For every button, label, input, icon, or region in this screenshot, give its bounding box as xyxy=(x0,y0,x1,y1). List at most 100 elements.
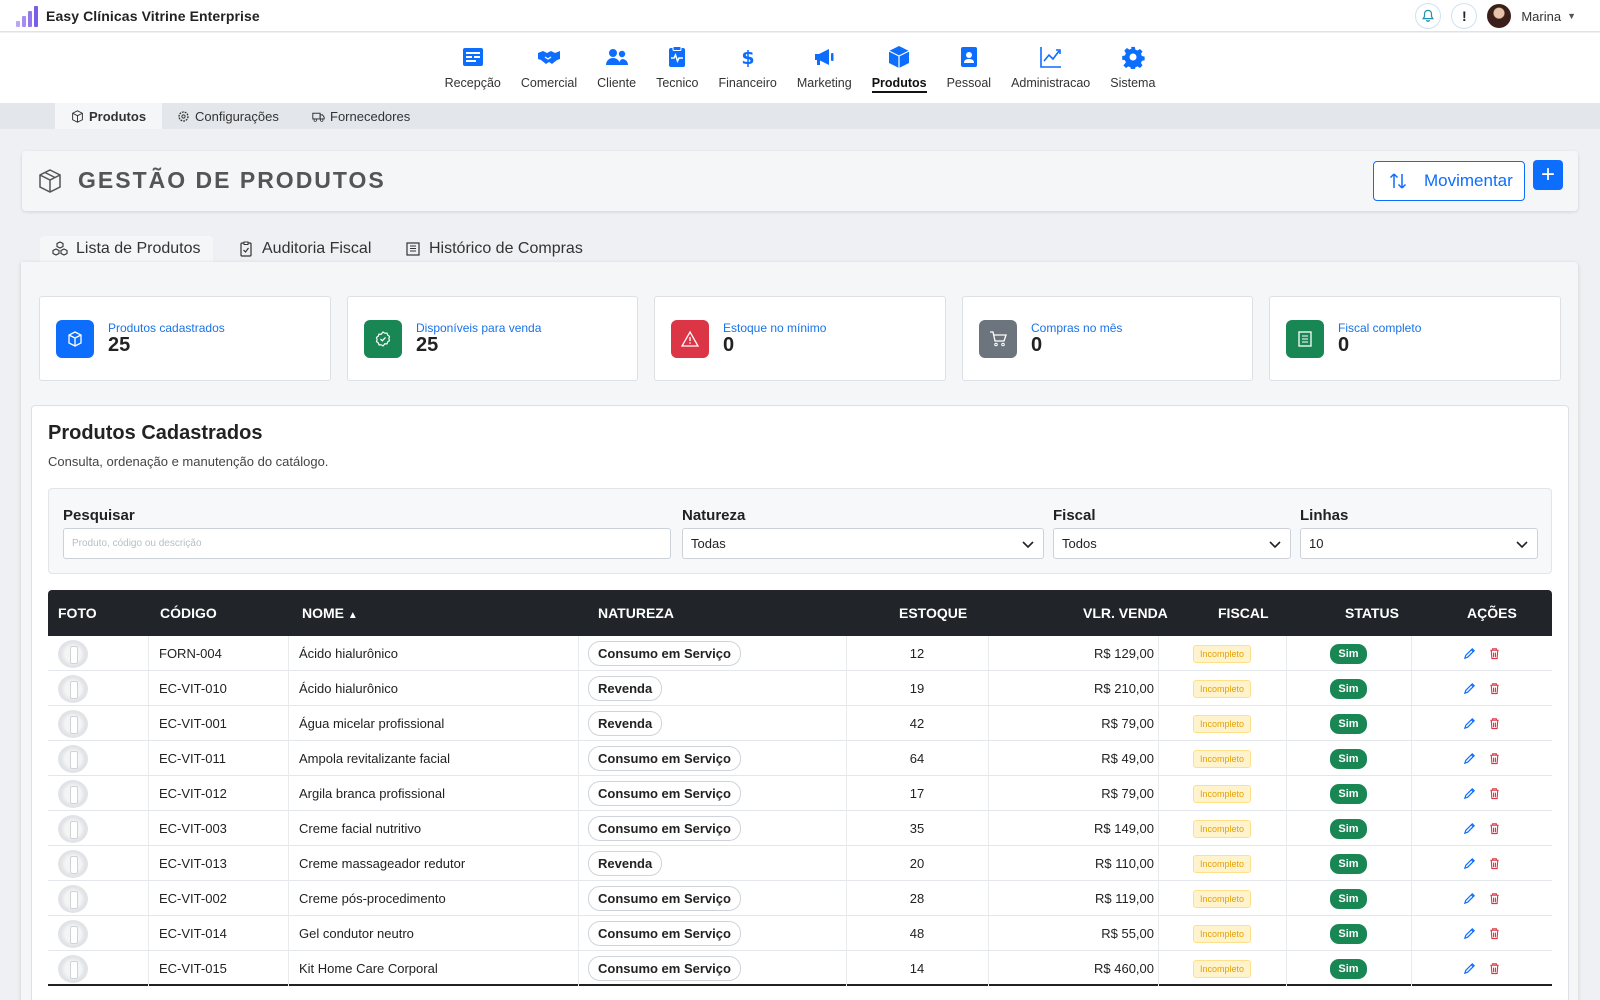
fiscal-badge: Incompleto xyxy=(1192,644,1252,663)
user-name[interactable]: Marina xyxy=(1521,9,1561,24)
brand[interactable]: Easy Clínicas Vitrine Enterprise xyxy=(16,5,260,27)
trash-icon[interactable] xyxy=(1488,647,1501,660)
product-thumbnail[interactable] xyxy=(58,884,88,913)
fiscal-badge: Incompleto xyxy=(1192,714,1252,733)
product-thumbnail[interactable] xyxy=(58,954,88,983)
table-row[interactable]: EC-VIT-011 Ampola revitalizante facial Con… xyxy=(48,741,1552,776)
trash-icon[interactable] xyxy=(1488,787,1501,800)
module-label: Produtos xyxy=(871,76,927,93)
natureza-pill: Revenda xyxy=(588,711,663,736)
movimentar-button[interactable]: Movimentar xyxy=(1373,161,1525,201)
trash-icon[interactable] xyxy=(1488,822,1501,835)
trash-icon[interactable] xyxy=(1488,717,1501,730)
subnav-item-fornecedores[interactable]: Fornecedores xyxy=(312,103,410,129)
product-thumbnail[interactable] xyxy=(58,919,88,948)
column-header-status[interactable]: STATUS xyxy=(1345,605,1399,621)
column-header-estoque[interactable]: ESTOQUE xyxy=(899,605,967,621)
cell-foto xyxy=(58,881,98,916)
edit-icon[interactable] xyxy=(1463,857,1476,870)
module-recepcao[interactable]: Recepção xyxy=(435,33,511,103)
edit-icon[interactable] xyxy=(1463,892,1476,905)
cell-acoes xyxy=(1411,706,1552,741)
cell-venda: R$ 49,00 xyxy=(1101,751,1154,766)
column-header-foto[interactable]: FOTO xyxy=(58,605,97,621)
cell-codigo: EC-VIT-012 xyxy=(159,786,227,801)
column-header-fiscal[interactable]: FISCAL xyxy=(1218,605,1269,621)
stat-value: 25 xyxy=(416,334,439,356)
trash-icon[interactable] xyxy=(1488,962,1501,975)
edit-icon[interactable] xyxy=(1463,822,1476,835)
column-header-nome-label: NOME xyxy=(302,605,344,621)
cell-acoes xyxy=(1411,636,1552,671)
trash-icon[interactable] xyxy=(1488,857,1501,870)
search-input[interactable]: Produto, código ou descrição xyxy=(63,528,671,559)
product-thumbnail[interactable] xyxy=(58,814,88,843)
table-row[interactable]: EC-VIT-010 Ácido hialurônico Revenda 19 R$ 2… xyxy=(48,671,1552,706)
tab-historico-compras[interactable]: Histórico de Compras xyxy=(393,236,595,262)
trash-icon[interactable] xyxy=(1488,927,1501,940)
module-financeiro[interactable]: $ Financeiro xyxy=(708,33,786,103)
trash-icon[interactable] xyxy=(1488,752,1501,765)
fiscal-select[interactable]: Todos xyxy=(1053,528,1291,559)
edit-icon[interactable] xyxy=(1463,927,1476,940)
module-pessoal[interactable]: Pessoal xyxy=(937,33,1001,103)
trash-icon[interactable] xyxy=(1488,892,1501,905)
trash-icon[interactable] xyxy=(1488,682,1501,695)
table-row[interactable]: EC-VIT-003 Creme facial nutritivo Consumo … xyxy=(48,811,1552,846)
brand-logo-icon xyxy=(16,5,38,27)
column-header-natureza[interactable]: NATUREZA xyxy=(598,605,674,621)
table-row[interactable]: FORN-004 Ácido hialurônico Consumo em Serv… xyxy=(48,636,1552,671)
table-row[interactable]: EC-VIT-002 Creme pós-procedimento Consumo … xyxy=(48,881,1552,916)
avatar[interactable] xyxy=(1487,4,1512,28)
fiscal-badge: Incompleto xyxy=(1192,749,1252,768)
product-thumbnail[interactable] xyxy=(58,779,88,808)
fiscal-label: Fiscal xyxy=(1053,507,1096,524)
stat-icon xyxy=(979,320,1017,358)
linhas-select[interactable]: 10 xyxy=(1300,528,1538,559)
stat-label: Disponíveis para venda xyxy=(416,321,542,335)
edit-icon[interactable] xyxy=(1463,682,1476,695)
module-administracao[interactable]: Administracao xyxy=(1001,33,1100,103)
product-thumbnail[interactable] xyxy=(58,674,88,703)
edit-icon[interactable] xyxy=(1463,647,1476,660)
column-header-venda[interactable]: VLR. VENDA xyxy=(1083,605,1168,621)
column-divider xyxy=(578,811,579,846)
module-comercial[interactable]: Comercial xyxy=(511,33,587,103)
module-marketing[interactable]: Marketing xyxy=(787,33,862,103)
edit-icon[interactable] xyxy=(1463,752,1476,765)
subnav-item-produtos[interactable]: Produtos xyxy=(55,103,163,129)
product-thumbnail[interactable] xyxy=(58,709,88,738)
table-row[interactable]: EC-VIT-012 Argila branca profissional Cons… xyxy=(48,776,1552,811)
product-thumbnail[interactable] xyxy=(58,744,88,773)
chevron-down-icon[interactable]: ▼ xyxy=(1567,11,1576,21)
cell-estoque: 48 xyxy=(909,926,925,941)
module-cliente[interactable]: Cliente xyxy=(587,33,646,103)
column-header-codigo[interactable]: CÓDIGO xyxy=(160,605,217,621)
product-thumbnail[interactable] xyxy=(58,639,88,668)
tab-auditoria-fiscal[interactable]: Auditoria Fiscal xyxy=(226,236,383,262)
module-sistema[interactable]: Sistema xyxy=(1100,33,1165,103)
product-thumbnail[interactable] xyxy=(58,849,88,878)
tab-lista-produtos[interactable]: Lista de Produtos xyxy=(40,236,213,262)
notifications-button[interactable] xyxy=(1415,3,1442,29)
table-row[interactable]: EC-VIT-001 Água micelar profissional Reven… xyxy=(48,706,1552,741)
natureza-select[interactable]: Todas xyxy=(682,528,1044,559)
column-divider xyxy=(578,916,579,951)
alerts-button[interactable]: ! xyxy=(1451,3,1478,29)
status-badge: Sim xyxy=(1330,853,1367,874)
table-row[interactable]: EC-VIT-015 Kit Home Care Corporal Consumo … xyxy=(48,951,1552,986)
column-header-nome[interactable]: NOME ▲ xyxy=(302,605,358,621)
edit-icon[interactable] xyxy=(1463,962,1476,975)
edit-icon[interactable] xyxy=(1463,787,1476,800)
subnav-item-configuracoes[interactable]: Configurações xyxy=(177,103,279,129)
add-product-button[interactable]: + xyxy=(1533,160,1563,190)
edit-icon[interactable] xyxy=(1463,717,1476,730)
cell-estoque: 64 xyxy=(909,751,925,766)
chart-line-icon xyxy=(1039,47,1061,68)
table-row[interactable]: EC-VIT-013 Creme massageador redutor Reven… xyxy=(48,846,1552,881)
cell-natureza: Consumo em Serviço xyxy=(588,951,741,986)
module-produtos[interactable]: Produtos xyxy=(862,33,937,103)
table-row[interactable]: EC-VIT-014 Gel condutor neutro Consumo em … xyxy=(48,916,1552,951)
module-tecnico[interactable]: Tecnico xyxy=(646,33,708,103)
cell-foto xyxy=(58,636,98,671)
